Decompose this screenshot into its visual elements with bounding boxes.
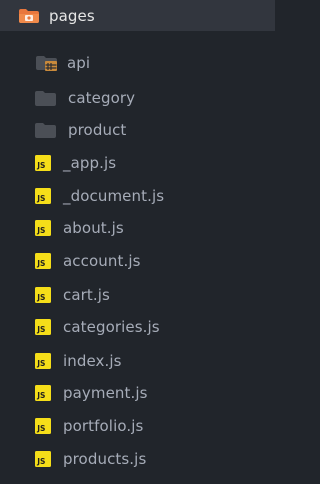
tree-item-categories-js-file[interactable]: JS categories.js	[0, 311, 275, 343]
svg-text:JS: JS	[36, 359, 45, 368]
tree-item-portfolio-js-file[interactable]: JS portfolio.js	[0, 410, 275, 442]
tree-item-label: portfolio.js	[63, 417, 144, 435]
js-file-icon: JS	[35, 287, 51, 303]
js-file-icon: JS	[35, 155, 51, 171]
tree-item-index-js-file[interactable]: JS index.js	[0, 345, 275, 377]
tree-item-label: pages	[49, 6, 95, 25]
js-file-icon: JS	[35, 188, 51, 204]
js-file-icon: JS	[35, 385, 51, 401]
tree-item-app-js-file[interactable]: JS _app.js	[0, 147, 275, 179]
tree-item-category-folder[interactable]: category	[0, 82, 275, 114]
tree-item-label: index.js	[63, 352, 122, 370]
svg-text:JS: JS	[36, 424, 45, 433]
svg-text:JS: JS	[36, 293, 45, 302]
svg-text:JS: JS	[36, 457, 45, 466]
tree-item-label: _document.js	[63, 187, 165, 205]
svg-text:JS: JS	[36, 259, 45, 268]
tree-item-document-js-file[interactable]: JS _document.js	[0, 180, 275, 212]
svg-text:JS: JS	[36, 161, 45, 170]
svg-text:JS: JS	[36, 194, 45, 203]
tree-item-api-folder[interactable]: api	[0, 47, 275, 79]
tree-item-label: categories.js	[63, 318, 160, 336]
file-explorer-tree: pages api category product JS _app.js JS…	[0, 0, 275, 484]
folder-icon	[35, 90, 56, 106]
tree-item-cart-js-file[interactable]: JS cart.js	[0, 279, 275, 311]
js-file-icon: JS	[35, 418, 51, 434]
folder-api-icon	[36, 56, 57, 71]
js-file-icon: JS	[35, 451, 51, 467]
tree-item-payment-js-file[interactable]: JS payment.js	[0, 377, 275, 409]
svg-text:JS: JS	[36, 226, 45, 235]
tree-item-label: cart.js	[63, 286, 110, 304]
tree-item-label: account.js	[63, 252, 141, 270]
js-file-icon: JS	[35, 253, 51, 269]
tree-item-pages-folder[interactable]: pages	[0, 0, 275, 31]
tree-item-label: api	[67, 54, 91, 72]
tree-item-products-js-file[interactable]: JS products.js	[0, 443, 275, 475]
folder-icon	[35, 122, 56, 138]
folder-open-src-icon	[19, 8, 39, 23]
svg-text:JS: JS	[36, 325, 45, 334]
tree-item-label: product	[68, 121, 127, 139]
tree-item-about-js-file[interactable]: JS about.js	[0, 212, 275, 244]
tree-item-label: category	[68, 89, 136, 107]
tree-item-label: _app.js	[63, 154, 117, 172]
tree-item-product-folder[interactable]: product	[0, 114, 275, 146]
js-file-icon: JS	[35, 353, 51, 369]
js-file-icon: JS	[35, 319, 51, 335]
tree-item-label: products.js	[63, 450, 147, 468]
js-file-icon: JS	[35, 220, 51, 236]
tree-item-label: payment.js	[63, 384, 148, 402]
tree-item-label: about.js	[63, 219, 124, 237]
svg-text:JS: JS	[36, 391, 45, 400]
tree-item-account-js-file[interactable]: JS account.js	[0, 245, 275, 277]
